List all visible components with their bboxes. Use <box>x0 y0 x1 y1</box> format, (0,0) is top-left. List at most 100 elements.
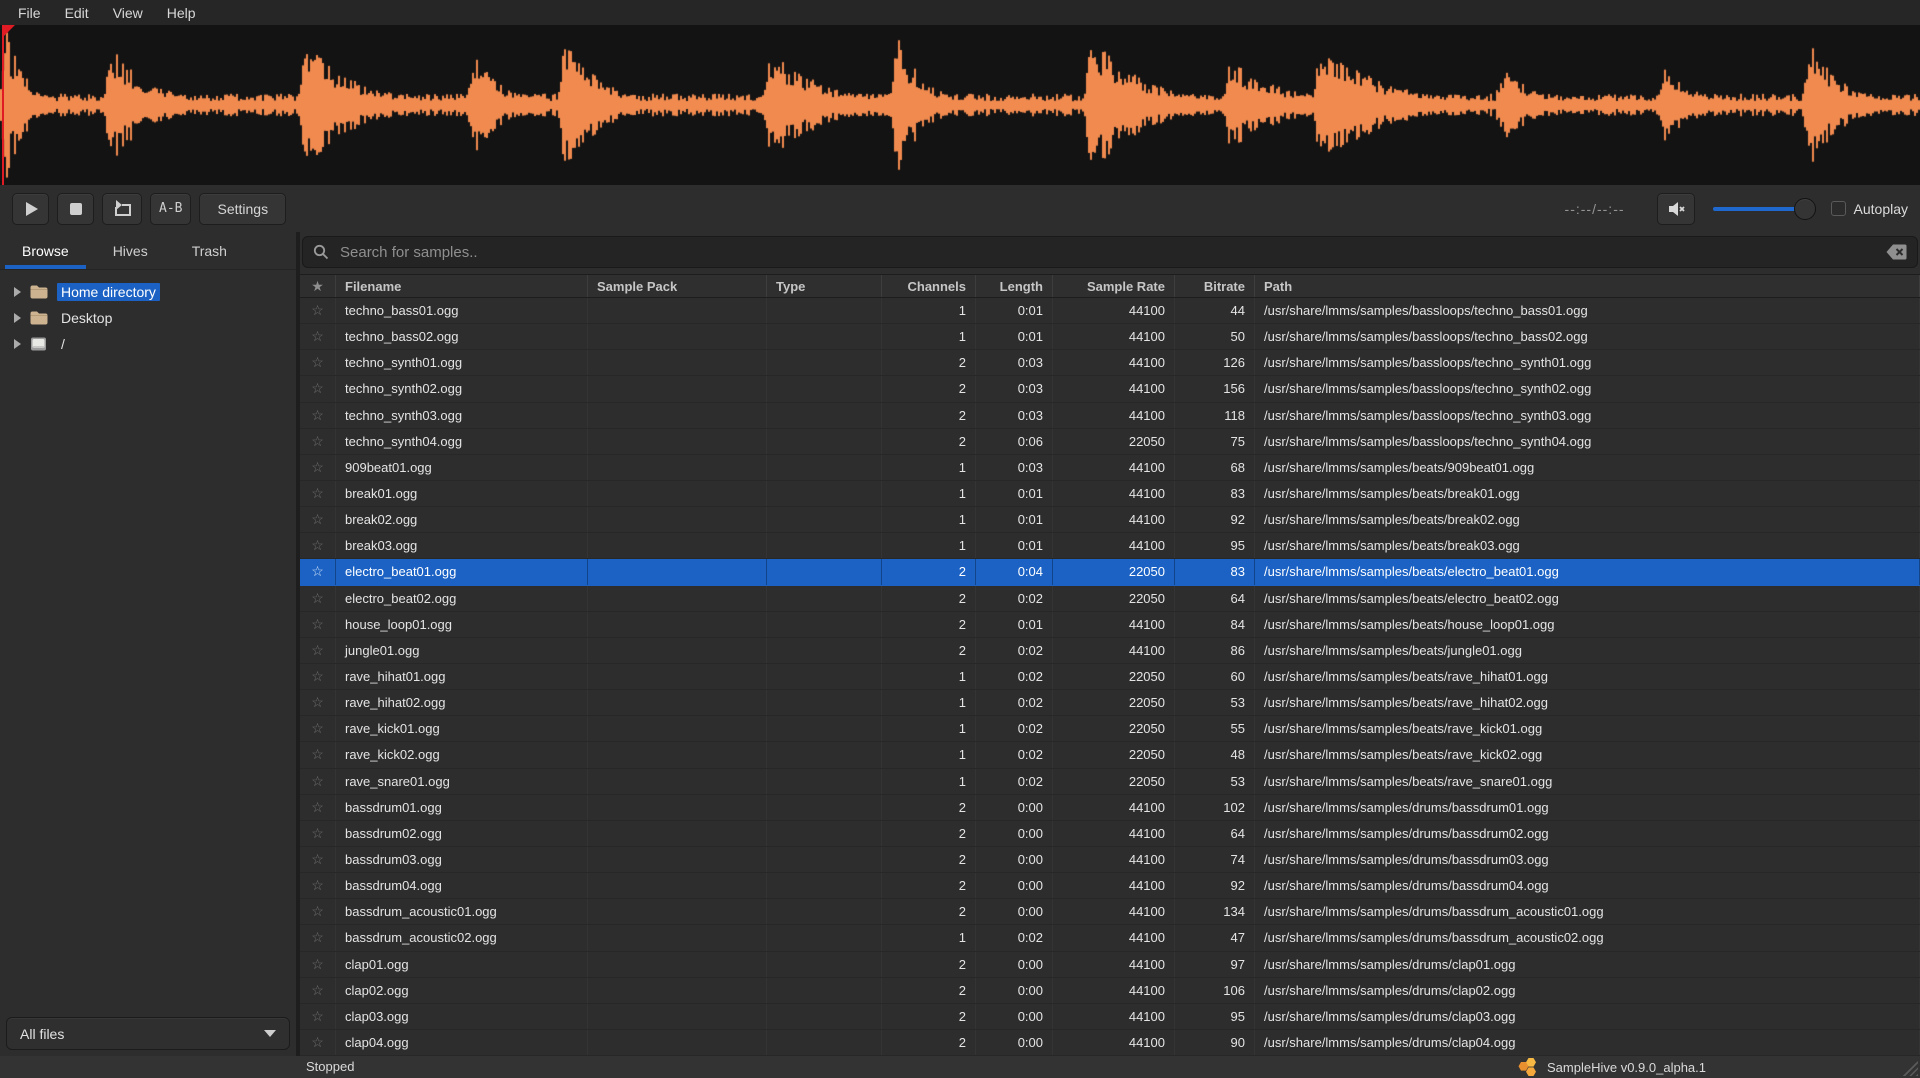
sidebar: Browse Hives Trash Home directory Deskto… <box>0 232 296 1056</box>
tab-browse[interactable]: Browse <box>0 232 91 269</box>
favorite-star-icon[interactable]: ☆ <box>300 925 336 950</box>
expander-icon[interactable] <box>14 313 21 323</box>
table-row[interactable]: ☆ rave_hihat02.ogg 1 0:02 22050 53 /usr/… <box>300 690 1920 716</box>
clear-search-icon[interactable] <box>1886 244 1907 260</box>
favorite-star-icon[interactable]: ☆ <box>300 899 336 924</box>
favorite-star-icon[interactable]: ☆ <box>300 1004 336 1029</box>
table-row[interactable]: ☆ rave_snare01.ogg 1 0:02 22050 53 /usr/… <box>300 769 1920 795</box>
favorite-star-icon[interactable]: ☆ <box>300 873 336 898</box>
table-row[interactable]: ☆ electro_beat01.ogg 2 0:04 22050 83 /us… <box>300 559 1920 585</box>
loop-button[interactable] <box>102 193 142 225</box>
favorite-star-icon[interactable]: ☆ <box>300 455 336 480</box>
mute-button[interactable] <box>1657 193 1695 225</box>
favorite-star-icon[interactable]: ☆ <box>300 978 336 1003</box>
tab-trash[interactable]: Trash <box>170 232 249 269</box>
favorite-star-icon[interactable]: ☆ <box>300 559 336 584</box>
favorite-star-icon[interactable]: ☆ <box>300 403 336 428</box>
table-row[interactable]: ☆ techno_bass02.ogg 1 0:01 44100 50 /usr… <box>300 324 1920 350</box>
table-row[interactable]: ☆ break02.ogg 1 0:01 44100 92 /usr/share… <box>300 507 1920 533</box>
table-row[interactable]: ☆ bassdrum01.ogg 2 0:00 44100 102 /usr/s… <box>300 795 1920 821</box>
favorite-star-icon[interactable]: ☆ <box>300 586 336 611</box>
favorite-star-icon[interactable]: ☆ <box>300 481 336 506</box>
favorite-star-icon[interactable]: ☆ <box>300 795 336 820</box>
column-header-bitrate[interactable]: Bitrate <box>1175 275 1255 297</box>
menu-view[interactable]: View <box>101 3 155 23</box>
cell-length: 0:00 <box>976 847 1053 872</box>
volume-slider-thumb[interactable] <box>1794 198 1816 220</box>
tree-item-desktop[interactable]: Desktop <box>0 305 296 331</box>
expander-icon[interactable] <box>14 339 21 349</box>
table-row[interactable]: ☆ electro_beat02.ogg 2 0:02 22050 64 /us… <box>300 586 1920 612</box>
table-row[interactable]: ☆ break01.ogg 1 0:01 44100 83 /usr/share… <box>300 481 1920 507</box>
column-header-sample-pack[interactable]: Sample Pack <box>588 275 767 297</box>
favorite-star-icon[interactable]: ☆ <box>300 690 336 715</box>
column-header-channels[interactable]: Channels <box>882 275 976 297</box>
table-row[interactable]: ☆ bassdrum03.ogg 2 0:00 44100 74 /usr/sh… <box>300 847 1920 873</box>
menu-edit[interactable]: Edit <box>53 3 101 23</box>
tree-item-home[interactable]: Home directory <box>0 279 296 305</box>
favorite-star-icon[interactable]: ☆ <box>300 376 336 401</box>
menu-help[interactable]: Help <box>155 3 208 23</box>
table-row[interactable]: ☆ techno_synth02.ogg 2 0:03 44100 156 /u… <box>300 376 1920 402</box>
table-row[interactable]: ☆ rave_hihat01.ogg 1 0:02 22050 60 /usr/… <box>300 664 1920 690</box>
column-header-filename[interactable]: Filename <box>336 275 588 297</box>
autoplay-checkbox[interactable] <box>1831 201 1846 216</box>
volume-slider[interactable] <box>1713 198 1813 220</box>
table-row[interactable]: ☆ bassdrum_acoustic01.ogg 2 0:00 44100 1… <box>300 899 1920 925</box>
table-row[interactable]: ☆ clap03.ogg 2 0:00 44100 95 /usr/share/… <box>300 1004 1920 1030</box>
table-row[interactable]: ☆ break03.ogg 1 0:01 44100 95 /usr/share… <box>300 533 1920 559</box>
stop-icon <box>68 201 84 217</box>
table-row[interactable]: ☆ techno_synth04.ogg 2 0:06 22050 75 /us… <box>300 429 1920 455</box>
stop-button[interactable] <box>57 193 94 225</box>
cell-length: 0:00 <box>976 795 1053 820</box>
table-row[interactable]: ☆ techno_synth01.ogg 2 0:03 44100 126 /u… <box>300 350 1920 376</box>
search-bar[interactable] <box>302 236 1918 268</box>
table-row[interactable]: ☆ clap04.ogg 2 0:00 44100 90 /usr/share/… <box>300 1030 1920 1056</box>
column-header-type[interactable]: Type <box>767 275 882 297</box>
favorite-star-icon[interactable]: ☆ <box>300 769 336 794</box>
cell-sample-pack <box>588 559 767 584</box>
favorite-star-icon[interactable]: ☆ <box>300 952 336 977</box>
column-header-length[interactable]: Length <box>976 275 1053 297</box>
play-button[interactable] <box>12 193 49 225</box>
favorite-star-icon[interactable]: ☆ <box>300 821 336 846</box>
tree-item-root[interactable]: / <box>0 331 296 357</box>
table-row[interactable]: ☆ clap02.ogg 2 0:00 44100 106 /usr/share… <box>300 978 1920 1004</box>
column-header-sample-rate[interactable]: Sample Rate <box>1053 275 1175 297</box>
favorite-star-icon[interactable]: ☆ <box>300 716 336 741</box>
table-row[interactable]: ☆ jungle01.ogg 2 0:02 44100 86 /usr/shar… <box>300 638 1920 664</box>
favorite-star-icon[interactable]: ☆ <box>300 612 336 637</box>
table-row[interactable]: ☆ bassdrum_acoustic02.ogg 1 0:02 44100 4… <box>300 925 1920 951</box>
column-header-path[interactable]: Path <box>1255 275 1920 297</box>
favorite-star-icon[interactable]: ☆ <box>300 298 336 323</box>
favorite-star-icon[interactable]: ☆ <box>300 1030 336 1055</box>
table-row[interactable]: ☆ clap01.ogg 2 0:00 44100 97 /usr/share/… <box>300 952 1920 978</box>
resize-grip[interactable] <box>1901 1061 1918 1076</box>
favorite-star-icon[interactable]: ☆ <box>300 638 336 663</box>
favorite-star-icon[interactable]: ☆ <box>300 533 336 558</box>
favorite-star-icon[interactable]: ☆ <box>300 507 336 532</box>
table-row[interactable]: ☆ rave_kick01.ogg 1 0:02 22050 55 /usr/s… <box>300 716 1920 742</box>
table-row[interactable]: ☆ house_loop01.ogg 2 0:01 44100 84 /usr/… <box>300 612 1920 638</box>
favorite-star-icon[interactable]: ☆ <box>300 350 336 375</box>
favorite-star-icon[interactable]: ☆ <box>300 847 336 872</box>
tab-hives[interactable]: Hives <box>91 232 170 269</box>
table-row[interactable]: ☆ rave_kick02.ogg 1 0:02 22050 48 /usr/s… <box>300 742 1920 768</box>
waveform-panel[interactable] <box>0 25 1920 185</box>
table-row[interactable]: ☆ bassdrum04.ogg 2 0:00 44100 92 /usr/sh… <box>300 873 1920 899</box>
file-filter-dropdown[interactable]: All files <box>6 1017 290 1050</box>
expander-icon[interactable] <box>14 287 21 297</box>
table-row[interactable]: ☆ techno_bass01.ogg 1 0:01 44100 44 /usr… <box>300 298 1920 324</box>
favorite-star-icon[interactable]: ☆ <box>300 429 336 454</box>
menu-file[interactable]: File <box>6 3 53 23</box>
table-row[interactable]: ☆ techno_synth03.ogg 2 0:03 44100 118 /u… <box>300 403 1920 429</box>
settings-button[interactable]: Settings <box>199 193 286 225</box>
table-row[interactable]: ☆ 909beat01.ogg 1 0:03 44100 68 /usr/sha… <box>300 455 1920 481</box>
search-input[interactable] <box>338 243 1877 262</box>
favorite-star-icon[interactable]: ☆ <box>300 742 336 767</box>
ab-repeat-button[interactable]: A-B <box>150 193 191 225</box>
favorite-star-icon[interactable]: ☆ <box>300 324 336 349</box>
table-row[interactable]: ☆ bassdrum02.ogg 2 0:00 44100 64 /usr/sh… <box>300 821 1920 847</box>
favorite-star-icon[interactable]: ☆ <box>300 664 336 689</box>
column-header-favorite[interactable]: ★ <box>300 275 336 297</box>
